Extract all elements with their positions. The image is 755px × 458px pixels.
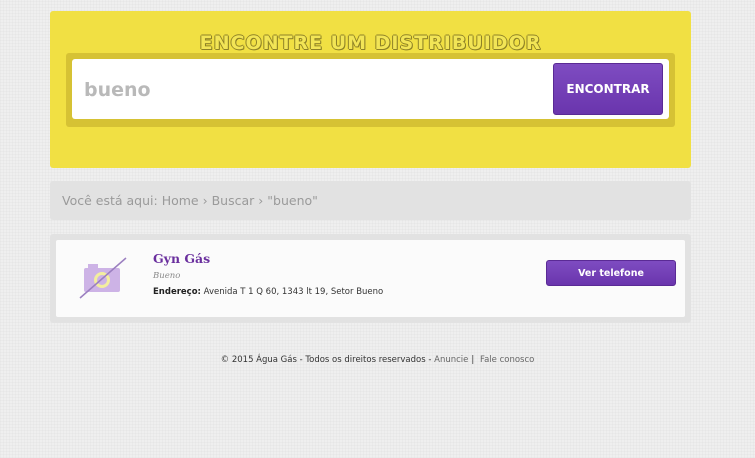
footer-separator: | [471, 355, 475, 365]
search-frame: ENCONTRAR [66, 53, 675, 127]
address-label: Endereço: [153, 287, 201, 297]
breadcrumb-search-link[interactable]: Buscar [212, 193, 255, 208]
footer-advertise-link[interactable]: Anuncie [434, 355, 468, 365]
breadcrumb-current: "bueno" [267, 193, 318, 208]
result-address: Endereço: Avenida T 1 Q 60, 1343 lt 19, … [153, 287, 383, 297]
no-image-camera-icon [74, 254, 130, 302]
search-input[interactable] [82, 73, 546, 107]
search-panel: ENCONTRE UM DISTRIBUIDOR ENCONTRAR [50, 11, 691, 168]
result-card: Gyn Gás Bueno Endereço: Avenida T 1 Q 60… [56, 240, 685, 317]
result-name[interactable]: Gyn Gás [153, 251, 210, 266]
breadcrumb: Você está aqui: Home › Buscar › "bueno" [50, 181, 691, 220]
breadcrumb-separator: › [202, 193, 208, 208]
breadcrumb-prefix: Você está aqui: [62, 193, 158, 208]
footer-copyright: © 2015 Água Gás - Todos os direitos rese… [220, 355, 432, 365]
view-phone-button[interactable]: Ver telefone [546, 260, 676, 286]
footer: © 2015 Água Gás - Todos os direitos rese… [0, 355, 755, 365]
result-district: Bueno [153, 271, 181, 281]
breadcrumb-home-link[interactable]: Home [162, 193, 199, 208]
footer-contact-link[interactable]: Fale conosco [480, 355, 534, 365]
breadcrumb-separator: › [258, 193, 264, 208]
address-value: Avenida T 1 Q 60, 1343 lt 19, Setor Buen… [203, 287, 384, 297]
search-title: ENCONTRE UM DISTRIBUIDOR [199, 32, 542, 54]
search-box: ENCONTRAR [72, 59, 669, 119]
search-button[interactable]: ENCONTRAR [553, 63, 663, 115]
results-panel: Gyn Gás Bueno Endereço: Avenida T 1 Q 60… [50, 234, 691, 323]
